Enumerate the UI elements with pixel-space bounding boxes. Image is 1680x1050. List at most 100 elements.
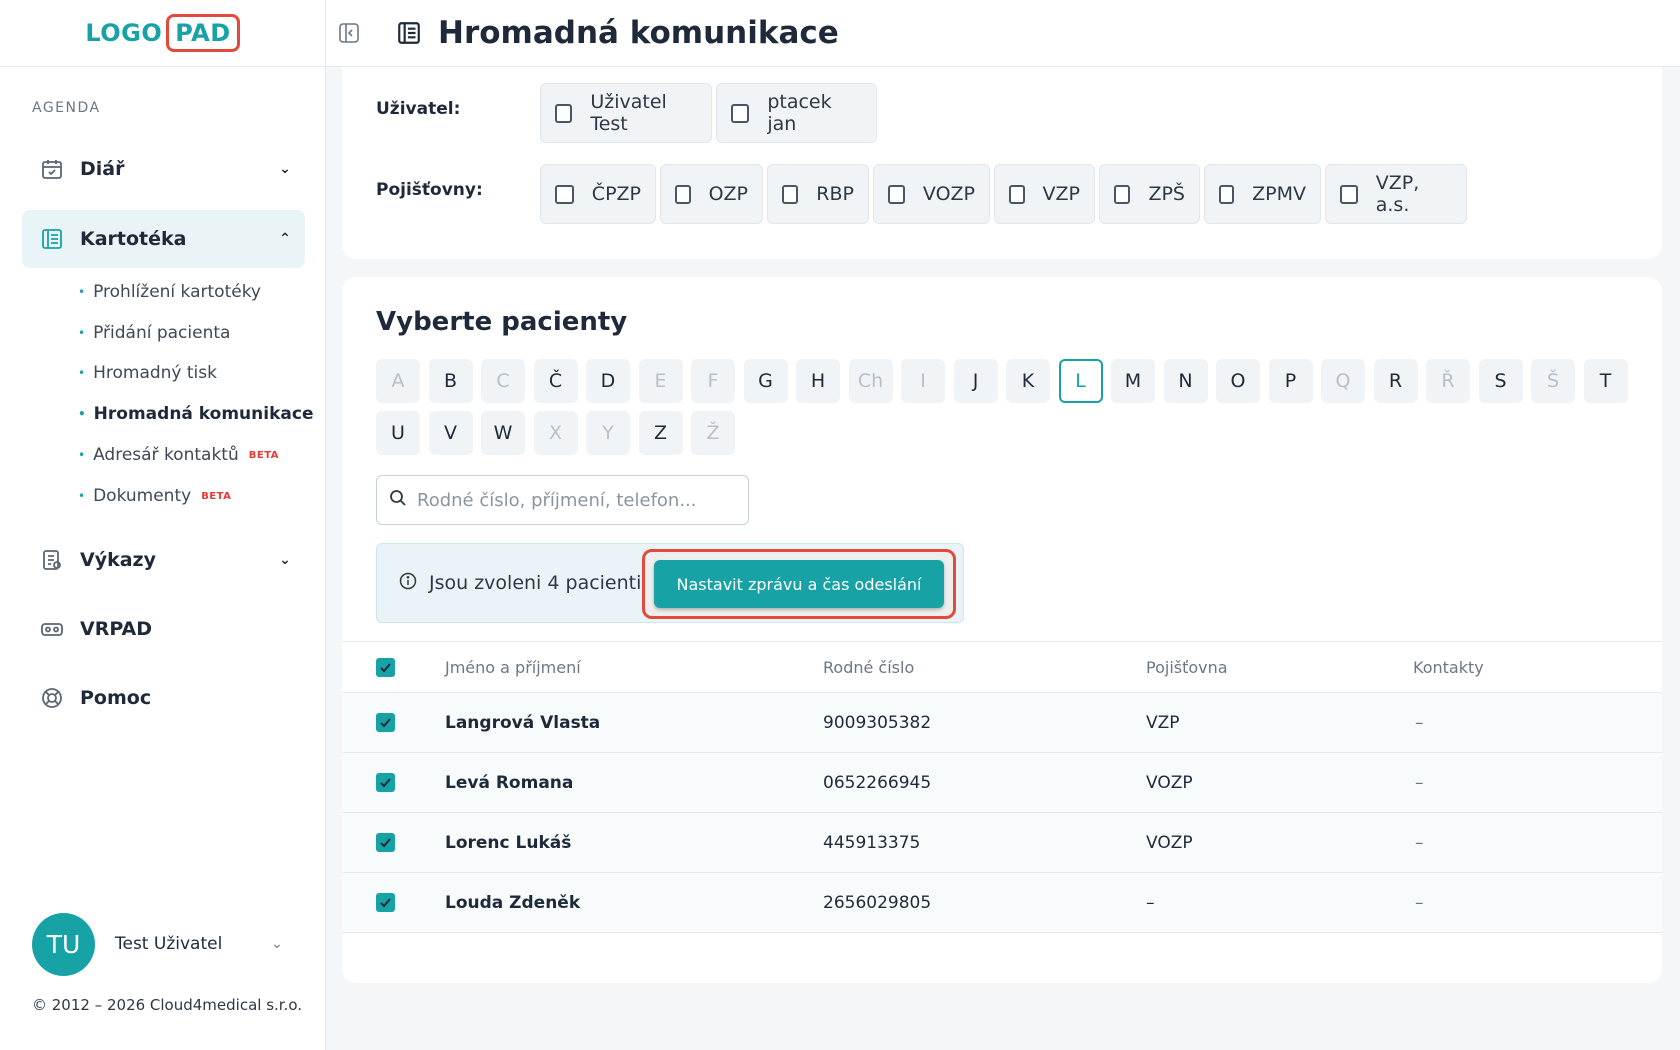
chip-label: OZP — [708, 183, 748, 205]
letter-filter-e: E — [638, 359, 683, 403]
letter-filter-j[interactable]: J — [953, 359, 998, 403]
top-header: Hromadná komunikace — [326, 0, 1680, 67]
column-header-name[interactable]: Jméno a příjmení — [445, 642, 581, 692]
chip-label: RBP — [816, 183, 854, 205]
letter-filter-č[interactable]: Č — [533, 359, 578, 403]
checkbox[interactable] — [1009, 184, 1025, 204]
letter-filter-p[interactable]: P — [1268, 359, 1313, 403]
bullet-icon: • — [78, 407, 86, 421]
column-header-id[interactable]: Rodné číslo — [823, 642, 914, 692]
user-chip[interactable]: ptacek jan — [716, 83, 877, 143]
sidebar-subitem-adresar[interactable]: • Adresář kontaktů BETA — [78, 445, 279, 465]
checkbox[interactable] — [888, 184, 905, 204]
letter-filter-k[interactable]: K — [1006, 359, 1050, 403]
sidebar-item-diar[interactable]: Diář ⌄ — [22, 140, 305, 198]
row-checkbox[interactable] — [376, 813, 395, 872]
column-header-contacts[interactable]: Kontakty — [1413, 642, 1484, 692]
letter-filter-t[interactable]: T — [1583, 359, 1628, 403]
column-header-insurer[interactable]: Pojišťovna — [1146, 642, 1228, 692]
row-checkbox[interactable] — [376, 873, 395, 932]
sidebar-subitem-dokumenty[interactable]: • Dokumenty BETA — [78, 486, 231, 506]
checkbox[interactable] — [555, 103, 573, 123]
letter-filter-r[interactable]: R — [1373, 359, 1418, 403]
chip-label: VZP — [1042, 183, 1080, 205]
insurer-chip[interactable]: ZPMV — [1204, 164, 1321, 224]
sidebar-item-vrpad[interactable]: VRPAD — [22, 600, 305, 658]
sidebar-item-kartoteka[interactable]: Kartotéka ⌃ — [22, 210, 305, 268]
user-name: Test Uživatel — [115, 934, 223, 954]
letter-filter-s[interactable]: S — [1478, 359, 1523, 403]
insurer-chip[interactable]: VZP, a.s. — [1325, 164, 1467, 224]
sidebar-item-vykazy[interactable]: Výkazy ⌄ — [22, 531, 305, 589]
letter-filter-i: I — [901, 359, 945, 403]
logo[interactable]: LOGO PAD — [85, 14, 240, 52]
letter-filter-u[interactable]: U — [376, 411, 420, 455]
letter-filter-g[interactable]: G — [743, 359, 788, 403]
chip-label: VOZP — [922, 183, 975, 205]
letter-filter-d[interactable]: D — [586, 359, 630, 403]
beta-badge: BETA — [248, 449, 279, 461]
row-checkbox[interactable] — [376, 753, 395, 812]
sidebar-subitem-komunikace[interactable]: • Hromadná komunikace — [78, 404, 313, 424]
chip-label: ČPZP — [591, 183, 641, 205]
checkbox[interactable] — [1219, 184, 1235, 204]
letter-filter-l[interactable]: L — [1058, 359, 1103, 403]
bullet-icon: • — [78, 489, 86, 503]
table-row[interactable]: Louda Zdeněk 2656029805 – – — [342, 873, 1662, 933]
user-chip[interactable]: Uživatel Test — [540, 83, 712, 143]
letter-filter-x: X — [533, 411, 578, 455]
user-menu[interactable]: TU Test Uživatel ⌄ — [32, 912, 292, 976]
chevron-down-icon: ⌄ — [279, 161, 291, 177]
letter-filter-h[interactable]: H — [796, 359, 840, 403]
sidebar-subitem-tisk[interactable]: • Hromadný tisk — [78, 363, 217, 383]
avatar: TU — [32, 912, 95, 976]
sidebar-item-label: Výkazy — [80, 549, 156, 571]
checkbox[interactable] — [782, 184, 799, 204]
row-checkbox[interactable] — [376, 693, 395, 752]
card-index-icon — [40, 227, 64, 251]
letter-filter-b[interactable]: B — [428, 359, 473, 403]
select-all-checkbox[interactable] — [376, 642, 395, 692]
insurer-chip[interactable]: RBP — [767, 164, 869, 224]
search-icon — [389, 489, 407, 511]
table-row[interactable]: Levá Romana 0652266945 VOZP – — [342, 753, 1662, 813]
letter-filter-z[interactable]: Z — [638, 411, 683, 455]
sidebar-item-pomoc[interactable]: Pomoc — [22, 669, 305, 727]
insurer-chip[interactable]: ZPŠ — [1099, 164, 1200, 224]
sidebar-subitem-prohlizeni[interactable]: • Prohlížení kartotéky — [78, 282, 261, 302]
set-message-button[interactable]: Nastavit zprávu a čas odeslání — [654, 560, 944, 608]
letter-filter-o[interactable]: O — [1216, 359, 1260, 403]
letter-filter-a: A — [376, 359, 420, 403]
chip-label: Uživatel Test — [590, 91, 667, 135]
checkbox[interactable] — [675, 184, 691, 204]
sidebar-subitem-pridani[interactable]: • Přidání pacienta — [78, 323, 230, 343]
collapse-sidebar-icon[interactable] — [336, 20, 362, 46]
letter-filter-f: F — [691, 359, 735, 403]
patient-insurer: VOZP — [1146, 772, 1193, 793]
letter-filter-n[interactable]: N — [1163, 359, 1208, 403]
card-index-icon — [396, 19, 424, 47]
table-row[interactable]: Lorenc Lukáš 445913375 VOZP – — [342, 813, 1662, 873]
checkbox[interactable] — [731, 103, 750, 123]
checkbox[interactable] — [1114, 184, 1131, 204]
insurer-chip[interactable]: OZP — [660, 164, 763, 224]
patient-insurer: VOZP — [1146, 832, 1193, 853]
patient-contacts: – — [1415, 712, 1424, 733]
letter-filter-v[interactable]: V — [428, 411, 473, 455]
letter-filter-m[interactable]: M — [1111, 359, 1155, 403]
patient-contacts: – — [1415, 832, 1424, 853]
chip-label: ZPMV — [1252, 183, 1306, 205]
insurer-chip[interactable]: ČPZP — [540, 164, 656, 224]
sidebar: LOGO PAD AGENDA Diář ⌄ Kartotéka ⌃ • Proh… — [0, 0, 326, 1050]
insurer-chip[interactable]: VZP — [994, 164, 1095, 224]
search-input[interactable] — [417, 489, 737, 511]
table-row[interactable]: Langrová Vlasta 9009305382 VZP – — [342, 693, 1662, 753]
bullet-icon: • — [78, 285, 86, 299]
search-box[interactable] — [376, 475, 749, 525]
letter-filter-w[interactable]: W — [481, 411, 525, 455]
lifebuoy-icon — [40, 686, 64, 710]
insurer-chip[interactable]: VOZP — [873, 164, 990, 224]
sidebar-subitem-label: Adresář kontaktů — [93, 445, 239, 465]
checkbox[interactable] — [1340, 184, 1358, 204]
checkbox[interactable] — [555, 184, 574, 204]
